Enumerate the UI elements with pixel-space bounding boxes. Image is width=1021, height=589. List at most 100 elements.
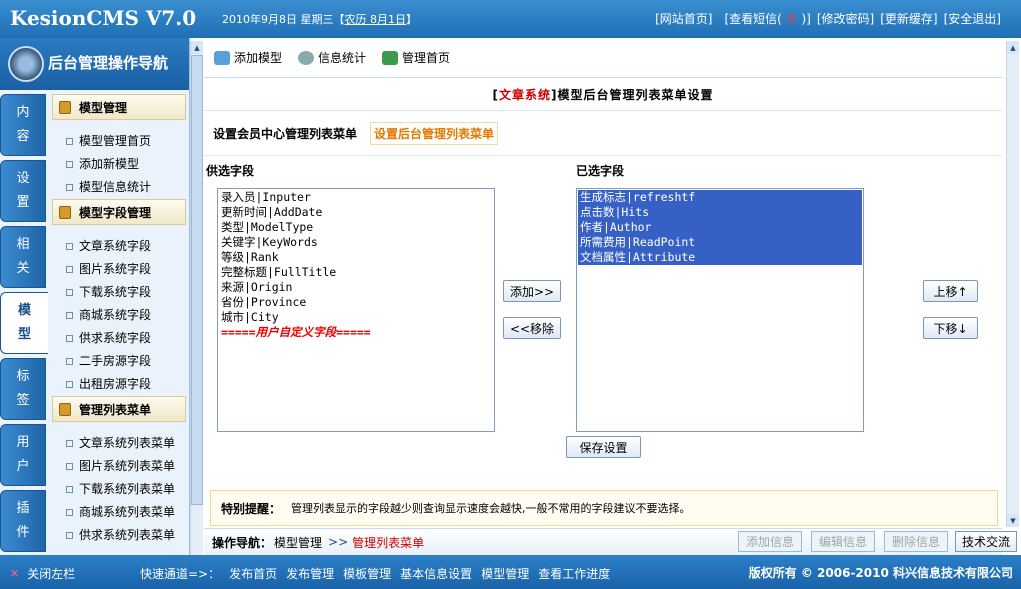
available-fields-label: 供选字段 [206, 164, 255, 178]
quick-model-manage[interactable]: 模型管理 [481, 565, 529, 582]
lunar-date-link[interactable]: 农历 8月1日 [345, 13, 407, 26]
list-item[interactable]: 等级|Rank [219, 250, 493, 265]
tab-users[interactable]: 用户 [0, 424, 46, 486]
add-field-button[interactable]: 添加>> [503, 280, 561, 302]
scroll-up-icon[interactable]: ▲ [191, 41, 203, 54]
list-item[interactable]: 文档属性|Attribute [578, 250, 862, 265]
list-item[interactable]: 省份|Province [219, 295, 493, 310]
menu-item[interactable]: 模型管理首页 [52, 130, 186, 153]
close-sidebar-button[interactable]: ✕ 关闭左栏 [10, 565, 75, 582]
menu-item[interactable]: 商城系统列表菜单 [52, 501, 186, 524]
menu-item[interactable]: 文章系统列表菜单 [52, 432, 186, 455]
group-header[interactable]: 模型字段管理 [52, 199, 186, 225]
selected-fields-list[interactable]: 生成标志|refreshtf 点击数|Hits 作者|Author 所需费用|R… [576, 188, 864, 432]
list-item[interactable]: 关键字|KeyWords [219, 235, 493, 250]
admin-home-button[interactable]: 管理首页 [382, 49, 450, 66]
menu-item[interactable]: 图片系统字段 [52, 258, 186, 281]
footer: ✕ 关闭左栏 快速通道=>： 发布首页 发布管理 模板管理 基本信息设置 模型管理… [0, 555, 1021, 589]
list-item[interactable]: 作者|Author [578, 220, 862, 235]
tab-admin-menu[interactable]: 设置后台管理列表菜单 [370, 121, 499, 145]
group-header[interactable]: 模型管理 [52, 94, 186, 120]
folder-icon [59, 205, 71, 219]
add-info-button[interactable]: 添加信息 [738, 531, 802, 552]
menu-item[interactable]: 下载系统字段 [52, 281, 186, 304]
tech-support-button[interactable]: 技术交流 [955, 531, 1017, 552]
quick-links: 快速通道=>： 发布首页 发布管理 模板管理 基本信息设置 模型管理 查看工作进… [140, 565, 611, 582]
menu-item[interactable]: 图片系统列表菜单 [52, 455, 186, 478]
breadcrumb-current: 管理列表菜单 [352, 535, 425, 550]
list-item[interactable]: 类型|ModelType [219, 220, 493, 235]
main-scrollbar[interactable]: ▲ ▼ [1006, 41, 1019, 527]
quick-template-manage[interactable]: 模板管理 [343, 565, 391, 582]
change-password-link[interactable]: [修改密码] [817, 10, 874, 27]
list-item[interactable]: 来源|Origin [219, 280, 493, 295]
menu-item[interactable]: 下载系统列表菜单 [52, 478, 186, 501]
notice-box: 特别提醒： 管理列表显示的字段越少则查询显示速度会越快,一般不常用的字段建议不要选… [210, 490, 998, 526]
save-button[interactable]: 保存设置 [566, 436, 641, 458]
list-item[interactable]: 生成标志|refreshtf [578, 190, 862, 205]
top-links: [网站首页] [查看短信(0)] [修改密码] [更新缓存] [安全退出] [649, 10, 1001, 27]
list-item[interactable]: 完整标题|FullTitle [219, 265, 493, 280]
move-down-button[interactable]: 下移↓ [923, 317, 978, 339]
page-title: [文章系统]模型后台管理列表菜单设置 [492, 88, 714, 102]
stats-button[interactable]: 信息统计 [298, 49, 366, 66]
quick-publish-home[interactable]: 发布首页 [229, 565, 277, 582]
date-display: 2010年9月8日 星期三【农历 8月1日】 [222, 13, 417, 26]
logout-link[interactable]: [安全退出] [944, 10, 1001, 27]
move-up-button[interactable]: 上移↑ [923, 280, 978, 302]
scroll-up-icon[interactable]: ▲ [1007, 41, 1019, 54]
top-header: KesionCMS V7.0 2010年9月8日 星期三【农历 8月1日】 [网… [0, 0, 1021, 38]
scroll-thumb[interactable] [191, 55, 203, 505]
remove-field-button[interactable]: <<移除 [503, 317, 561, 339]
menu-item[interactable]: 文章系统字段 [52, 235, 186, 258]
available-fields-list[interactable]: 录入员|Inputer 更新时间|AddDate 类型|ModelType 关键… [217, 188, 495, 432]
folder-icon [59, 100, 71, 114]
site-home-link[interactable]: [网站首页] [655, 10, 712, 27]
nav-title-text: 后台管理操作导航 [48, 54, 169, 72]
add-model-button[interactable]: 添加模型 [214, 49, 282, 66]
menu-item[interactable]: 出租房源字段 [52, 373, 186, 396]
sidebar-scrollbar[interactable]: ▲ [190, 41, 203, 555]
quick-work-progress[interactable]: 查看工作进度 [538, 565, 610, 582]
tab-model[interactable]: 模型 [0, 292, 48, 354]
menu-item[interactable]: 商城系统字段 [52, 304, 186, 327]
update-cache-link[interactable]: [更新缓存] [880, 10, 937, 27]
menu-item[interactable]: 添加新模型 [52, 153, 186, 176]
tab-content[interactable]: 内容 [0, 94, 46, 156]
scroll-down-icon[interactable]: ▼ [1007, 514, 1019, 527]
menu-item[interactable]: 供求系统列表菜单 [52, 524, 186, 547]
menu-item[interactable]: 二手房源字段 [52, 350, 186, 373]
tab-settings[interactable]: 设置 [0, 160, 46, 222]
list-item[interactable]: 城市|City [219, 310, 493, 325]
list-item[interactable]: 录入员|Inputer [219, 190, 493, 205]
group-header[interactable]: 管理列表菜单 [52, 396, 186, 422]
list-item[interactable]: 点击数|Hits [578, 205, 862, 220]
sub-tabs: 设置会员中心管理列表菜单 设置后台管理列表菜单 [204, 110, 1002, 156]
menu-item[interactable]: 模型信息统计 [52, 176, 186, 199]
vertical-tabs: 内容 设置 相关 模型 标签 用户 插件 [0, 94, 48, 555]
menu-item[interactable]: 供求系统字段 [52, 327, 186, 350]
menu-group-fields: 模型字段管理 文章系统字段 图片系统字段 下载系统字段 商城系统字段 供求系统字… [52, 199, 186, 396]
refresh-icon [382, 50, 399, 65]
quick-publish-manage[interactable]: 发布管理 [286, 565, 334, 582]
tab-plugins[interactable]: 插件 [0, 490, 46, 552]
messages-link[interactable]: [查看短信(0)] [718, 10, 810, 27]
list-item[interactable]: 所需费用|ReadPoint [578, 235, 862, 250]
tab-tags[interactable]: 标签 [0, 358, 46, 420]
breadcrumb-model-link[interactable]: 模型管理 [274, 534, 322, 551]
edit-info-button[interactable]: 编辑信息 [811, 531, 875, 552]
admin-gear-icon [8, 46, 44, 82]
list-item[interactable]: 更新时间|AddDate [219, 205, 493, 220]
breadcrumb: 操作导航： 模型管理 >> 管理列表菜单 [204, 528, 1002, 555]
tab-member-menu[interactable]: 设置会员中心管理列表菜单 [210, 123, 360, 144]
brand-logo: KesionCMS V7.0 [10, 6, 197, 30]
tab-related[interactable]: 相关 [0, 226, 46, 288]
custom-fields-divider[interactable]: =====用户自定义字段===== [219, 325, 493, 340]
copyright: 版权所有 © 2006-2010 科兴信息技术有限公司 [748, 566, 1013, 580]
delete-info-button[interactable]: 删除信息 [884, 531, 948, 552]
folder-icon [59, 402, 71, 416]
close-icon: ✕ [10, 567, 20, 580]
quick-basic-settings[interactable]: 基本信息设置 [400, 565, 472, 582]
message-count: 0 [787, 12, 796, 26]
nav-title: 后台管理操作导航 [0, 38, 189, 90]
